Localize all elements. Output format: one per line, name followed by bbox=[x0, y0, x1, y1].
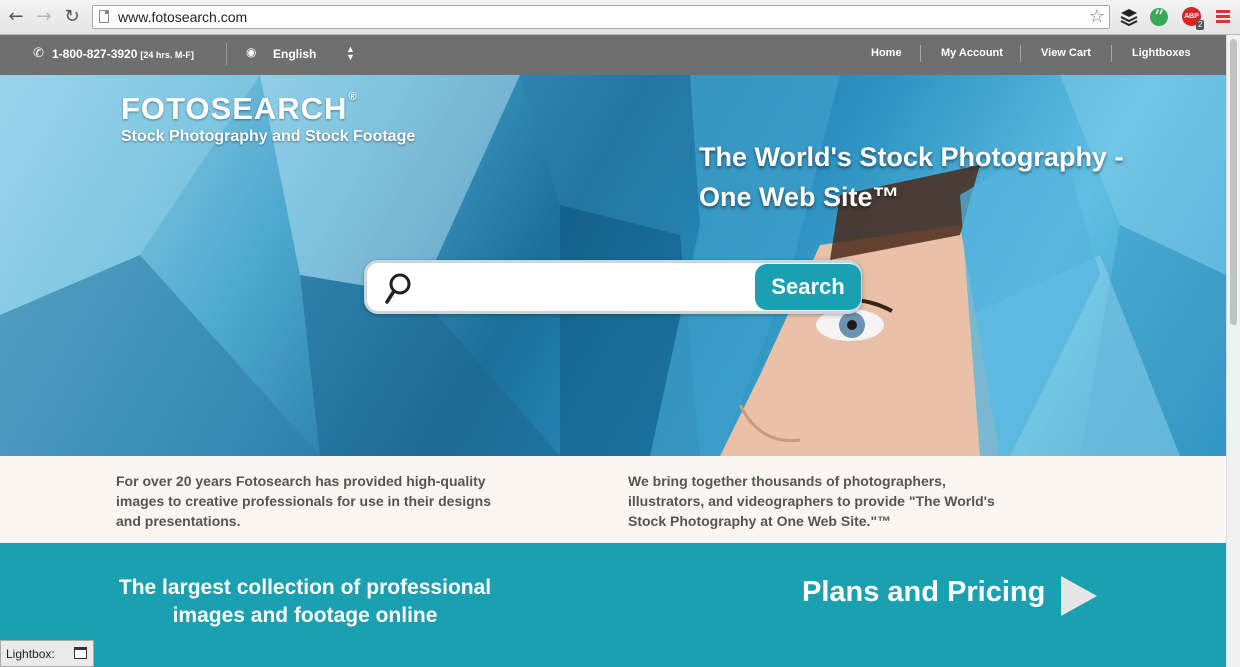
intro-text-right: We bring together thousands of photograp… bbox=[628, 473, 995, 529]
browser-menu-icon[interactable] bbox=[1216, 10, 1230, 24]
intro-text-left: For over 20 years Fotosearch has provide… bbox=[116, 473, 492, 529]
page-icon bbox=[99, 10, 109, 23]
lightbox-label: Lightbox: bbox=[6, 647, 55, 661]
site-top-bar: ✆ 1-800-827-3920 [24 hrs. M-F] ◉ English … bbox=[0, 35, 1226, 75]
browser-toolbar: ← → ↻ www.fotosearch.com ☆ ABP 2 bbox=[0, 0, 1240, 35]
scrollbar[interactable] bbox=[1226, 35, 1240, 667]
address-bar[interactable]: www.fotosearch.com ☆ bbox=[92, 5, 1110, 29]
search-icon bbox=[385, 273, 411, 304]
logo-tagline: Stock Photography and Stock Footage bbox=[121, 128, 416, 145]
url-text[interactable]: www.fotosearch.com bbox=[118, 9, 247, 25]
bookmark-star-icon[interactable]: ☆ bbox=[1089, 6, 1105, 28]
plans-pricing-link[interactable]: Plans and Pricing bbox=[802, 576, 1045, 609]
divider bbox=[226, 43, 227, 65]
globe-icon: ◉ bbox=[246, 45, 257, 59]
layers-extension-icon[interactable] bbox=[1119, 7, 1139, 27]
adblock-count-badge: 2 bbox=[1196, 20, 1205, 30]
scrollbar-thumb[interactable] bbox=[1230, 39, 1237, 325]
registered-mark: ® bbox=[348, 91, 358, 103]
select-arrows-icon[interactable]: ▲ ▼ bbox=[346, 45, 355, 62]
back-arrow-icon[interactable]: ← bbox=[5, 6, 27, 28]
hero-banner: FOTOSEARCH® Stock Photography and Stock … bbox=[0, 75, 1226, 456]
nav-link-lightboxes[interactable]: Lightboxes bbox=[1132, 47, 1191, 59]
search-input[interactable] bbox=[423, 267, 753, 309]
forward-arrow-icon[interactable]: → bbox=[33, 6, 55, 28]
phone-icon: ✆ bbox=[33, 46, 44, 61]
language-select[interactable]: English bbox=[273, 47, 316, 61]
reload-icon[interactable]: ↻ bbox=[61, 6, 83, 28]
phone-hours: [24 hrs. M-F] bbox=[140, 50, 194, 60]
nav-link-my-account[interactable]: My Account bbox=[941, 47, 1003, 59]
intro-section: For over 20 years Fotosearch has provide… bbox=[0, 456, 1226, 543]
divider bbox=[920, 45, 921, 62]
hero-headline: The World's Stock Photography - One Web … bbox=[699, 142, 1124, 212]
collection-tagline: The largest collection of professional i… bbox=[118, 576, 492, 627]
promo-band: The largest collection of professional i… bbox=[0, 543, 1226, 667]
window-toggle-icon[interactable] bbox=[74, 647, 87, 659]
nav-link-home[interactable]: Home bbox=[871, 47, 902, 59]
phone-number: 1-800-827-3920 [24 hrs. M-F] bbox=[52, 47, 194, 61]
play-arrow-icon[interactable] bbox=[1059, 574, 1099, 618]
hangouts-extension-icon[interactable] bbox=[1150, 5, 1168, 29]
site-logo[interactable]: FOTOSEARCH® bbox=[121, 91, 358, 127]
search-button[interactable]: Search bbox=[755, 264, 861, 310]
divider bbox=[1020, 45, 1021, 62]
lightbox-panel-tab[interactable]: Lightbox: bbox=[0, 640, 94, 667]
divider bbox=[1111, 45, 1112, 62]
search-box: Search bbox=[364, 260, 862, 314]
nav-link-view-cart[interactable]: View Cart bbox=[1041, 47, 1091, 59]
